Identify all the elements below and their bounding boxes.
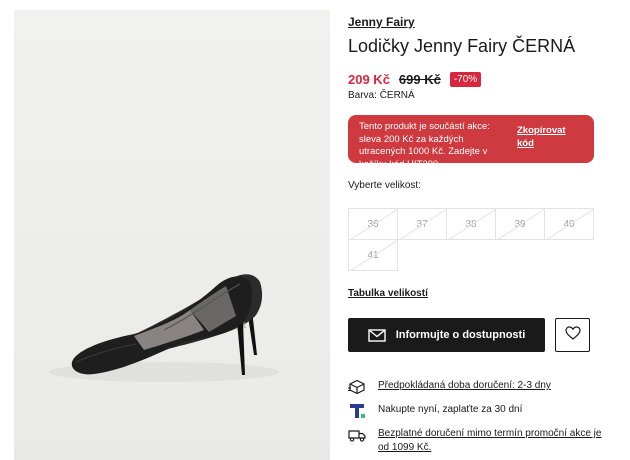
size-option[interactable]: 36 bbox=[348, 208, 398, 240]
current-price: 209 Kč bbox=[348, 72, 390, 87]
promo-banner: Tento produkt je součástí akce: sleva 20… bbox=[348, 115, 594, 170]
heart-icon bbox=[564, 325, 581, 345]
color-label: Barva: bbox=[348, 90, 377, 101]
product-title: Lodičky Jenny Fairy ČERNÁ bbox=[348, 36, 576, 56]
delivery-box-icon bbox=[348, 379, 366, 395]
wishlist-button[interactable] bbox=[555, 318, 590, 352]
original-price: 699 Kč bbox=[398, 72, 441, 87]
size-option[interactable]: 39 bbox=[495, 208, 545, 240]
size-table-link[interactable]: Tabulka velikostí bbox=[348, 288, 428, 299]
notify-label: Informujte o dostupnosti bbox=[395, 329, 526, 341]
color-value: ČERNÁ bbox=[379, 90, 415, 101]
free-delivery-link[interactable]: Bezplatné doručení mimo termín promoční … bbox=[378, 427, 608, 455]
notify-availability-button[interactable]: Informujte o dostupnosti bbox=[348, 318, 545, 352]
pay-later-text: Nakupte nyní, zaplaťte za 30 dní bbox=[378, 404, 523, 415]
price-row: 209 Kč 699 Kč -70% bbox=[348, 71, 482, 88]
size-option[interactable]: 40 bbox=[544, 208, 594, 240]
promo-text: Tento produkt je součástí akce: sleva 20… bbox=[359, 121, 490, 170]
twisto-logo-icon bbox=[348, 403, 366, 419]
shoe-illustration bbox=[49, 274, 279, 382]
product-image[interactable] bbox=[14, 10, 330, 460]
size-option[interactable]: 37 bbox=[397, 208, 447, 240]
size-option[interactable]: 38 bbox=[446, 208, 496, 240]
color-info: Barva: ČERNÁ bbox=[348, 90, 415, 101]
brand-link[interactable]: Jenny Fairy bbox=[348, 15, 415, 29]
delivery-time-link[interactable]: Předpokládaná doba doručení: 2-3 dny bbox=[378, 379, 608, 393]
size-option[interactable]: 41 bbox=[348, 239, 398, 271]
size-label: Vyberte velikost: bbox=[348, 180, 421, 191]
mail-icon bbox=[368, 328, 386, 342]
discount-badge: -70% bbox=[449, 72, 482, 87]
delivery-truck-icon bbox=[348, 427, 366, 443]
copy-code-link[interactable]: Zkopírovat kód bbox=[517, 125, 577, 150]
